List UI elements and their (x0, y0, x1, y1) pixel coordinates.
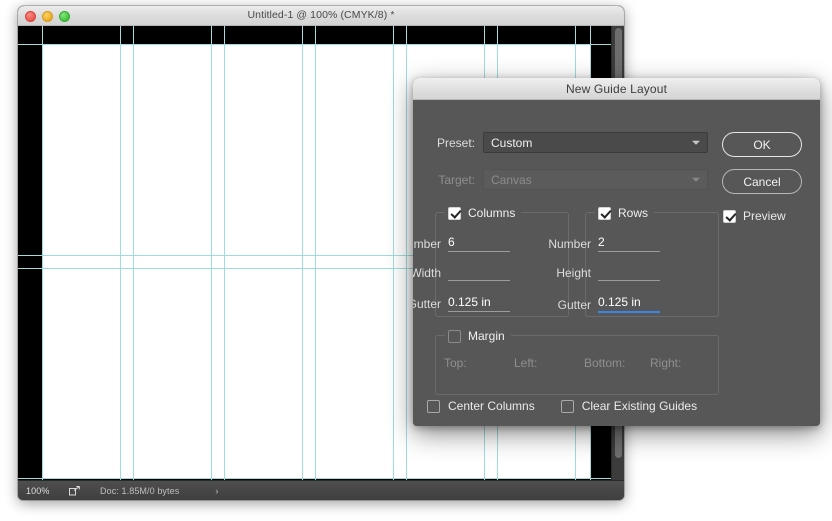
rows-height-input[interactable] (598, 265, 660, 281)
rows-gutter-input[interactable]: 0.125 in (598, 295, 660, 313)
dialog-titlebar[interactable]: New Guide Layout (413, 78, 820, 100)
preset-value: Custom (491, 136, 532, 150)
target-value: Canvas (491, 173, 532, 187)
window-titlebar[interactable]: Untitled-1 @ 100% (CMYK/8) * (18, 6, 624, 26)
dialog-body: Preset: Custom Target: Canvas OK Cancel … (413, 100, 820, 426)
margin-right-label: Right: (650, 356, 712, 370)
rows-title: Rows (618, 206, 648, 220)
margin-checkbox[interactable] (448, 330, 461, 343)
margin-left-label: Left: (514, 356, 576, 370)
columns-width-input[interactable] (448, 265, 510, 281)
columns-gutter-input[interactable]: 0.125 in (448, 295, 510, 312)
rows-group: Rows Number 2 Height Gutter 0.125 in (585, 212, 719, 317)
preview-checkbox-row[interactable]: Preview (723, 209, 786, 223)
columns-number-label: Number (413, 237, 448, 252)
center-columns-label: Center Columns (448, 399, 535, 413)
chevron-down-icon (692, 177, 700, 181)
columns-checkbox[interactable] (448, 207, 461, 220)
margin-top-label: Top: (444, 356, 506, 370)
preview-label: Preview (743, 209, 786, 223)
cancel-button[interactable]: Cancel (722, 169, 802, 194)
margin-bottom-label: Bottom: (584, 356, 646, 370)
margin-title: Margin (468, 329, 505, 343)
export-icon[interactable] (64, 486, 84, 496)
screen: Untitled-1 @ 100% (CMYK/8) * 100% Doc: 1… (0, 0, 832, 521)
bottom-options-row: Center Columns Clear Existing Guides (427, 399, 697, 413)
target-label: Target: (413, 173, 483, 187)
rows-checkbox[interactable] (598, 207, 611, 220)
margin-left-field[interactable]: Left: (514, 356, 576, 398)
margin-bottom-field[interactable]: Bottom: (584, 356, 646, 398)
columns-title: Columns (468, 206, 515, 220)
margin-top-field[interactable]: Top: (444, 356, 506, 398)
columns-number-input[interactable]: 6 (448, 235, 510, 252)
status-bar: 100% Doc: 1.85M/0 bytes › (18, 480, 624, 500)
clear-existing-guides-checkbox[interactable] (561, 400, 574, 413)
new-guide-layout-dialog: New Guide Layout Preset: Custom Target: … (413, 78, 820, 426)
columns-number-field[interactable]: Number 6 (413, 235, 510, 252)
columns-width-field[interactable]: Width (413, 265, 510, 281)
rows-gutter-field[interactable]: Gutter 0.125 in (538, 295, 660, 313)
rows-number-label: Number (538, 237, 598, 252)
target-row: Target: Canvas (413, 169, 708, 190)
columns-gutter-field[interactable]: Gutter 0.125 in (413, 295, 510, 312)
center-columns-checkbox[interactable] (427, 400, 440, 413)
status-expand-arrow[interactable]: › (215, 486, 218, 496)
margin-right-field[interactable]: Right: (650, 356, 712, 398)
preset-select[interactable]: Custom (483, 132, 708, 153)
window-title: Untitled-1 @ 100% (CMYK/8) * (18, 9, 624, 21)
columns-width-label: Width (413, 266, 448, 281)
columns-group-header[interactable]: Columns (445, 205, 521, 221)
rows-height-label: Height (538, 266, 598, 281)
chevron-down-icon (692, 140, 700, 144)
columns-gutter-label: Gutter (413, 297, 448, 312)
ok-button[interactable]: OK (722, 132, 802, 157)
preset-label: Preset: (413, 136, 483, 150)
horizontal-guide-3[interactable] (18, 478, 624, 479)
margin-group-header[interactable]: Margin (445, 328, 511, 344)
margin-group: Margin Top: Left: Bottom: Right: (435, 335, 719, 395)
preview-checkbox[interactable] (723, 210, 736, 223)
rows-height-field[interactable]: Height (538, 265, 660, 281)
rows-group-header[interactable]: Rows (595, 205, 654, 221)
zoom-level[interactable]: 100% (18, 486, 64, 496)
document-info: Doc: 1.85M/0 bytes (100, 486, 179, 496)
preset-row: Preset: Custom (413, 132, 708, 153)
clear-existing-guides-label: Clear Existing Guides (582, 399, 697, 413)
rows-gutter-label: Gutter (538, 298, 598, 313)
target-select[interactable]: Canvas (483, 169, 708, 190)
rows-number-field[interactable]: Number 2 (538, 235, 660, 252)
dialog-title: New Guide Layout (566, 82, 667, 96)
rows-number-input[interactable]: 2 (598, 235, 660, 252)
